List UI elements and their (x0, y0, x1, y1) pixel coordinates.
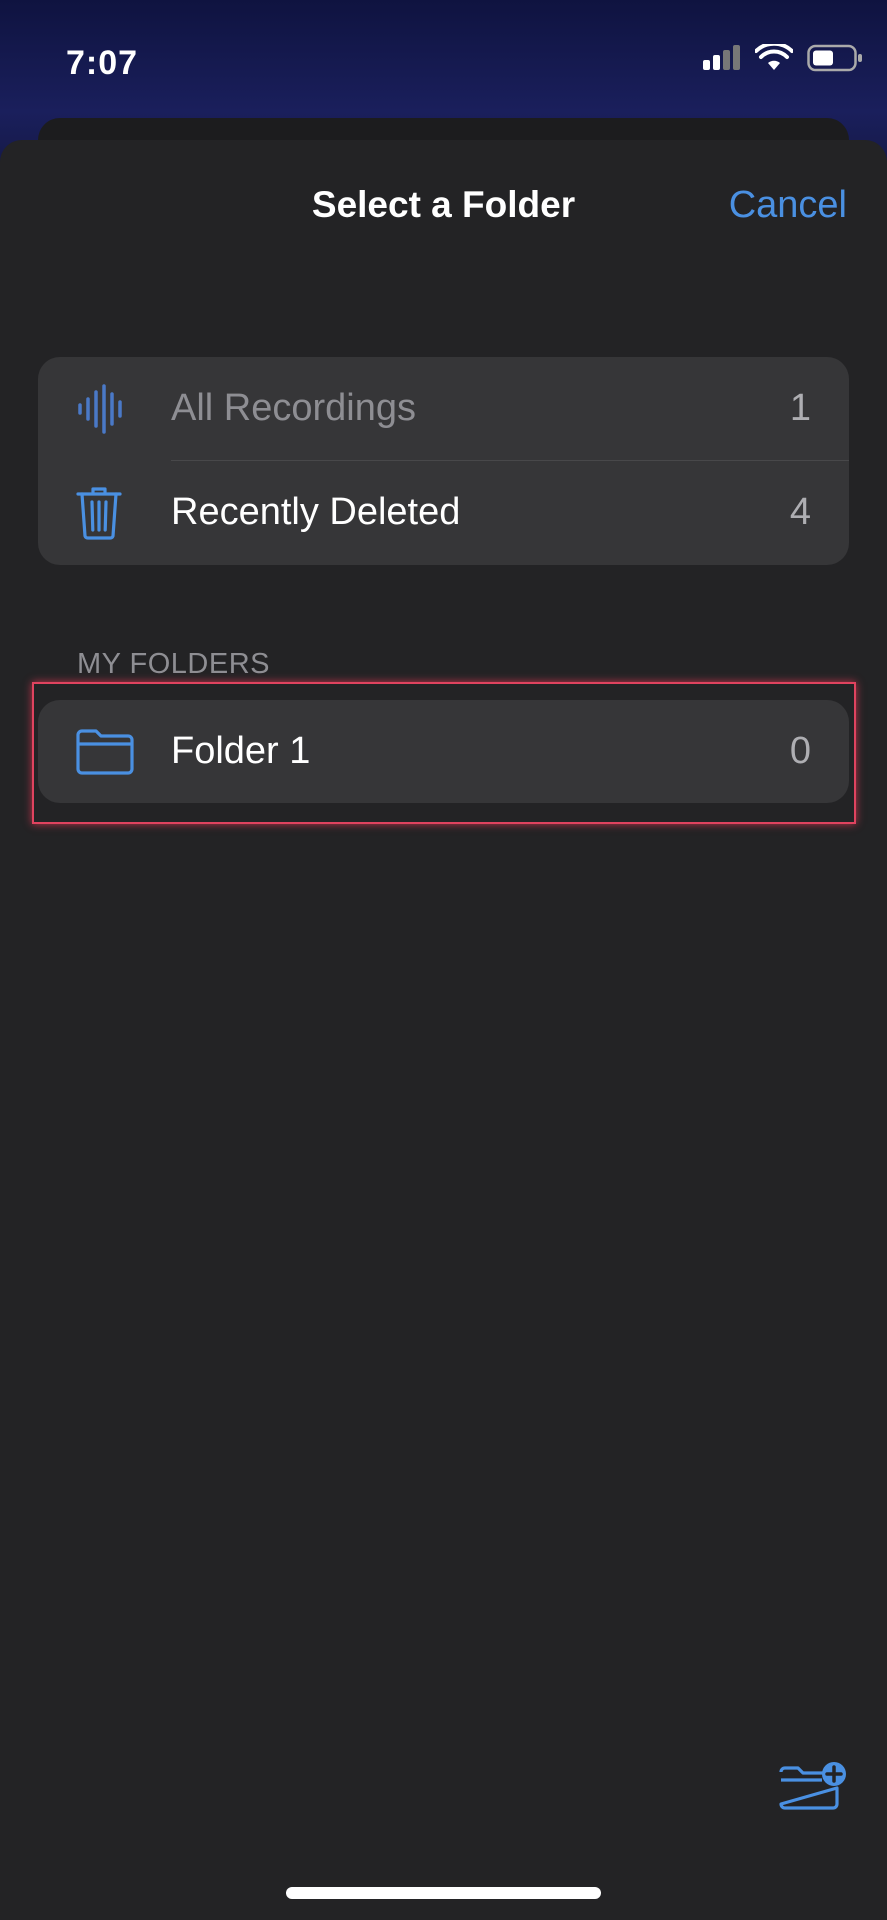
recently-deleted-label: Recently Deleted (171, 491, 461, 533)
all-recordings-count: 1 (789, 387, 811, 429)
library-group: All Recordings 1 Recently Deleted 4 (38, 357, 849, 565)
my-folders-header: MY FOLDERS (77, 648, 271, 680)
trash-icon (76, 461, 122, 564)
cancel-button[interactable]: Cancel (729, 184, 847, 227)
recently-deleted-count: 4 (789, 491, 811, 533)
status-time: 7:07 (66, 44, 139, 82)
cellular-signal-icon (703, 45, 740, 70)
folder-row[interactable]: Folder 1 0 (38, 700, 849, 803)
all-recordings-label: All Recordings (171, 387, 416, 429)
home-indicator[interactable] (286, 1887, 601, 1899)
my-folders-group: Folder 1 0 (38, 700, 849, 803)
status-bar: 7:07 (0, 0, 887, 120)
battery-icon (807, 44, 862, 72)
folder-count: 0 (789, 730, 811, 772)
waveform-icon (76, 357, 124, 460)
new-folder-icon (779, 1762, 846, 1810)
new-folder-button[interactable] (778, 1760, 848, 1817)
folder-icon (76, 700, 134, 803)
all-recordings-row[interactable]: All Recordings 1 (38, 357, 849, 460)
recently-deleted-row[interactable]: Recently Deleted 4 (38, 461, 849, 564)
wifi-icon (755, 44, 793, 70)
folder-label: Folder 1 (171, 730, 311, 772)
